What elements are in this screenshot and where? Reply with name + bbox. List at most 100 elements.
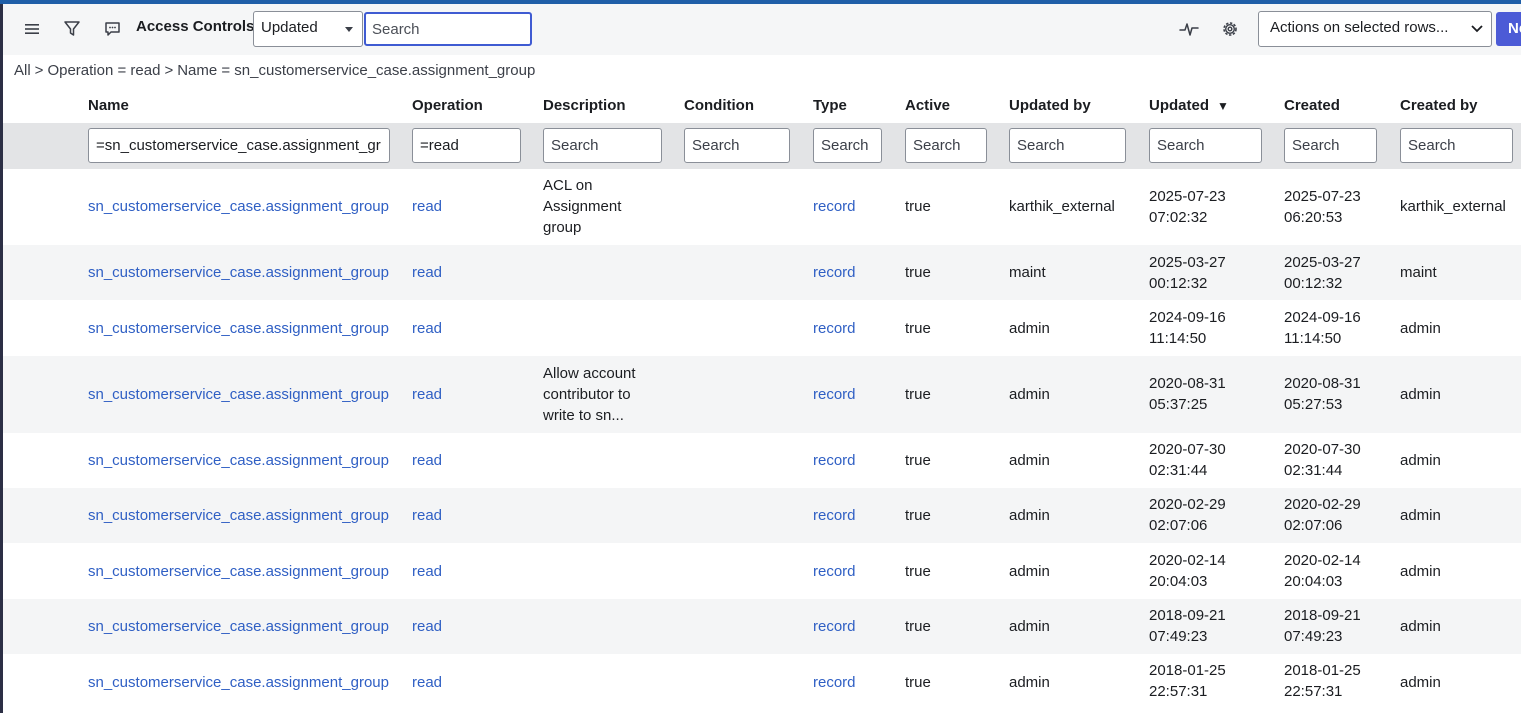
cell-name-link[interactable]: sn_customerservice_case.assignment_group	[88, 561, 389, 582]
filter-operation-input[interactable]	[412, 128, 521, 163]
cell-operation-link[interactable]: read	[412, 672, 442, 693]
sort-descending-icon: ▼	[1217, 99, 1229, 113]
cell-operation-link[interactable]: read	[412, 318, 442, 339]
cell-type-link[interactable]: record	[813, 561, 856, 582]
page-title: Access Controls	[136, 18, 255, 35]
cell-type-link[interactable]: record	[813, 318, 856, 339]
cell-operation-link[interactable]: read	[412, 196, 442, 217]
cell-updated-time: 07:49:23	[1149, 628, 1208, 645]
actions-select[interactable]: Actions on selected rows...	[1258, 11, 1492, 47]
column-header-updated-by[interactable]: Updated by	[1009, 97, 1091, 114]
filter-name-input[interactable]	[88, 128, 390, 163]
column-header-created[interactable]: Created	[1284, 97, 1340, 114]
cell-name-link[interactable]: sn_customerservice_case.assignment_group	[88, 318, 389, 339]
filter-active-input[interactable]	[905, 128, 987, 163]
cell-created-by: admin	[1400, 452, 1441, 469]
cell-type-link[interactable]: record	[813, 672, 856, 693]
cell-operation-link[interactable]: read	[412, 262, 442, 283]
list-header: Access Controls Updated Actions on selec…	[3, 4, 1521, 55]
breadcrumb-item-operation[interactable]: Operation = read	[47, 62, 160, 79]
table-row: sn_customerservice_case.assignment_group…	[3, 169, 1521, 245]
cell-type-link[interactable]: record	[813, 384, 856, 405]
filter-created-by-input[interactable]	[1400, 128, 1513, 163]
filter-description-input[interactable]	[543, 128, 662, 163]
chevron-down-icon	[1471, 25, 1483, 33]
cell-created-date: 2020-08-31	[1284, 375, 1361, 392]
cell-created-time: 05:27:53	[1284, 396, 1343, 413]
cell-updated-date: 2020-02-29	[1149, 496, 1226, 513]
cell-operation-link[interactable]: read	[412, 505, 442, 526]
column-header-created-by[interactable]: Created by	[1400, 97, 1478, 114]
cell-active: true	[905, 320, 931, 337]
filter-condition-input[interactable]	[684, 128, 790, 163]
cell-updated-time: 07:02:32	[1149, 209, 1208, 226]
cell-description: Allow account contributor to write to sn…	[543, 365, 636, 424]
table-row: sn_customerservice_case.assignment_group…	[3, 433, 1521, 488]
cell-created-by: admin	[1400, 386, 1441, 403]
cell-name-link[interactable]: sn_customerservice_case.assignment_group	[88, 672, 389, 693]
cell-type-link[interactable]: record	[813, 505, 856, 526]
column-header-operation[interactable]: Operation	[412, 97, 483, 114]
cell-name-link[interactable]: sn_customerservice_case.assignment_group	[88, 196, 389, 217]
filter-created-input[interactable]	[1284, 128, 1377, 163]
cell-type-link[interactable]: record	[813, 196, 856, 217]
cell-updated-by: karthik_external	[1009, 198, 1115, 215]
cell-created-by: admin	[1400, 618, 1441, 635]
breadcrumb-item-name[interactable]: Name = sn_customerservice_case.assignmen…	[177, 62, 535, 79]
cell-name-link[interactable]: sn_customerservice_case.assignment_group	[88, 262, 389, 283]
cell-operation-link[interactable]: read	[412, 384, 442, 405]
cell-name-link[interactable]: sn_customerservice_case.assignment_group	[88, 616, 389, 637]
cell-created-date: 2025-03-27	[1284, 254, 1361, 271]
cell-created-by: admin	[1400, 507, 1441, 524]
cell-created-by: admin	[1400, 563, 1441, 580]
cell-active: true	[905, 386, 931, 403]
cell-updated-date: 2018-09-21	[1149, 607, 1226, 624]
cell-updated-date: 2024-09-16	[1149, 309, 1226, 326]
actions-select-value: Actions on selected rows...	[1270, 19, 1449, 36]
filter-updated-input[interactable]	[1149, 128, 1262, 163]
cell-updated-by: admin	[1009, 507, 1050, 524]
filter-updated-by-input[interactable]	[1009, 128, 1126, 163]
filter-funnel-icon[interactable]	[63, 20, 81, 38]
chevron-down-icon	[345, 27, 353, 32]
gear-icon[interactable]	[1221, 20, 1239, 38]
breadcrumb-item-all[interactable]: All	[14, 62, 31, 79]
comment-icon[interactable]	[104, 21, 121, 38]
cell-updated-date: 2018-01-25	[1149, 662, 1226, 679]
sort-field-select[interactable]: Updated	[253, 11, 363, 47]
cell-active: true	[905, 198, 931, 215]
column-header-type[interactable]: Type	[813, 97, 847, 114]
cell-name-link[interactable]: sn_customerservice_case.assignment_group	[88, 505, 389, 526]
cell-type-link[interactable]: record	[813, 262, 856, 283]
column-header-name[interactable]: Name	[88, 97, 129, 114]
cell-type-link[interactable]: record	[813, 616, 856, 637]
cell-updated-time: 22:57:31	[1149, 683, 1208, 700]
cell-active: true	[905, 507, 931, 524]
filter-type-input[interactable]	[813, 128, 882, 163]
cell-operation-link[interactable]: read	[412, 450, 442, 471]
new-record-button[interactable]: Ne	[1496, 12, 1521, 46]
cell-updated-time: 11:14:50	[1149, 330, 1207, 347]
activity-pulse-icon[interactable]	[1179, 20, 1199, 38]
cell-operation-link[interactable]: read	[412, 616, 442, 637]
column-header-condition[interactable]: Condition	[684, 97, 754, 114]
cell-created-by: karthik_external	[1400, 198, 1506, 215]
table-row: sn_customerservice_case.assignment_group…	[3, 356, 1521, 433]
hamburger-menu-icon[interactable]	[24, 21, 40, 37]
cell-name-link[interactable]: sn_customerservice_case.assignment_group	[88, 384, 389, 405]
column-header-updated[interactable]: Updated	[1149, 97, 1209, 114]
cell-name-link[interactable]: sn_customerservice_case.assignment_group	[88, 450, 389, 471]
column-header-description[interactable]: Description	[543, 97, 626, 114]
list-search-input[interactable]	[364, 12, 532, 46]
cell-created-date: 2020-07-30	[1284, 441, 1361, 458]
cell-updated-by: maint	[1009, 264, 1046, 281]
breadcrumb: All > Operation = read > Name = sn_customers…	[14, 62, 535, 79]
cell-active: true	[905, 264, 931, 281]
column-filter-row	[3, 123, 1521, 169]
cell-operation-link[interactable]: read	[412, 561, 442, 582]
column-header-active[interactable]: Active	[905, 97, 950, 114]
cell-created-date: 2024-09-16	[1284, 309, 1361, 326]
cell-created-date: 2020-02-14	[1284, 552, 1361, 569]
cell-updated-time: 02:31:44	[1149, 462, 1208, 479]
cell-type-link[interactable]: record	[813, 450, 856, 471]
